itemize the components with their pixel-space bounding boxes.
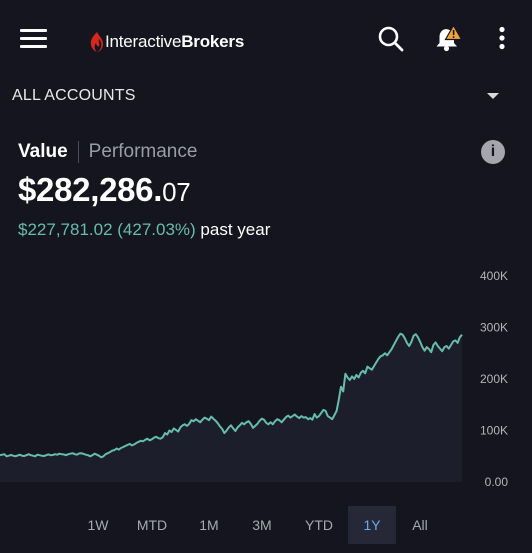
tab-value[interactable]: Value [18, 141, 68, 163]
y-tick-label: 0.00 [485, 475, 509, 489]
bell-warning-icon[interactable] [433, 24, 463, 54]
logo-flame-icon [90, 32, 103, 52]
menu-icon-bar [20, 37, 47, 40]
portfolio-value: $282,286.07 [18, 171, 191, 209]
change-period: past year [195, 220, 271, 239]
logo-text-regular: Interactive [105, 32, 182, 51]
range-all[interactable]: All [396, 506, 444, 544]
logo-text: InteractiveBrokers [105, 32, 244, 52]
y-tick-label: 100K [480, 424, 508, 438]
top-app-bar: InteractiveBrokers [0, 0, 532, 78]
portfolio-value-cents: 07 [162, 177, 191, 207]
portfolio-change: $227,781.02 (427.03%) past year [18, 220, 270, 240]
chart-area-fill [0, 333, 462, 482]
menu-icon[interactable] [20, 29, 48, 49]
more-vertical-icon[interactable] [489, 24, 519, 54]
tab-divider [77, 141, 79, 163]
value-performance-tabs: Value Performance [18, 140, 197, 164]
caret-down-icon [487, 93, 499, 99]
range-1w[interactable]: 1W [76, 506, 120, 544]
time-range-selector: 1W MTD 1M 3M YTD 1Y All [76, 506, 444, 544]
portfolio-value-main: $282,286. [18, 171, 163, 208]
tab-performance[interactable]: Performance [89, 141, 198, 163]
menu-icon-bar [20, 29, 47, 32]
brand-logo: InteractiveBrokers [88, 30, 244, 54]
info-icon[interactable]: i [481, 140, 505, 164]
range-mtd[interactable]: MTD [120, 506, 184, 544]
account-selector-label: ALL ACCOUNTS [12, 87, 136, 104]
range-3m[interactable]: 3M [234, 506, 290, 544]
range-1m[interactable]: 1M [184, 506, 234, 544]
account-selector[interactable]: ALL ACCOUNTS [0, 78, 532, 116]
search-icon[interactable] [376, 24, 406, 54]
change-amount: $227,781.02 (427.03%) [18, 220, 196, 239]
y-tick-label: 200K [480, 372, 508, 386]
y-tick-label: 400K [480, 269, 508, 283]
range-1y[interactable]: 1Y [348, 506, 396, 544]
menu-icon-bar [20, 45, 47, 48]
range-ytd[interactable]: YTD [290, 506, 348, 544]
logo-text-bold: Brokers [181, 32, 245, 51]
y-tick-label: 300K [480, 321, 508, 335]
portfolio-value-chart[interactable]: 400K 300K 200K 100K 0.00 [0, 260, 532, 500]
